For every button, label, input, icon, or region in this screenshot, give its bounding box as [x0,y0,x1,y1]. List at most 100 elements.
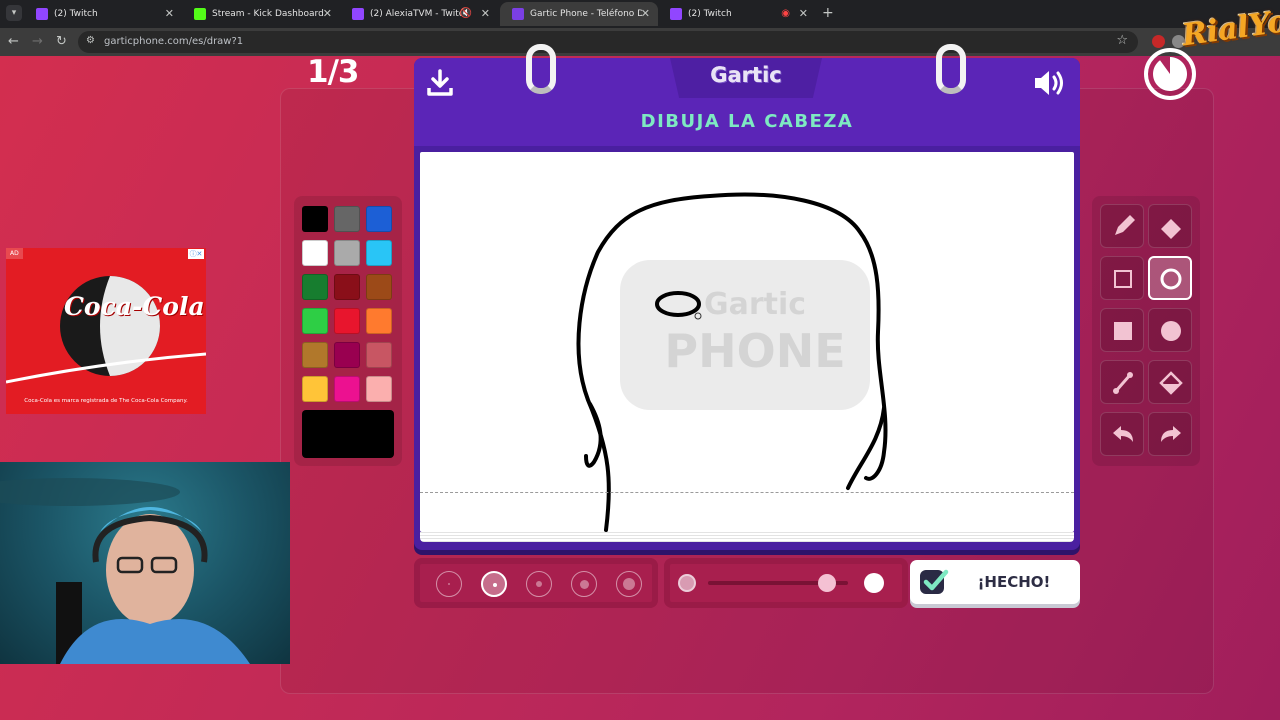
fill-bucket-tool[interactable] [1148,360,1192,404]
gartic-logo: Gartic [710,63,782,87]
forward-icon[interactable]: → [32,34,43,50]
coca-cola-ad[interactable]: AD ⓘ✕ Coca-Cola Coca-Cola es marca regis… [6,248,206,414]
tab-title: (2) Twitch [688,9,732,19]
browser-tab-3[interactable]: (2) AlexiaTVM - Twitch 🔇 ✕ [340,2,498,26]
color-swatch[interactable] [366,206,392,232]
brush-size-dot [536,581,542,587]
drawing-canvas[interactable]: Gartic PHONE [420,152,1074,532]
color-swatch[interactable] [302,274,328,300]
browser-tab-5[interactable]: (2) Twitch ◉ ✕ [658,2,816,26]
timer-icon [1144,48,1196,100]
undo-icon [1113,426,1133,442]
extension-icon[interactable] [1152,35,1165,48]
color-swatch[interactable] [302,376,328,402]
download-icon[interactable] [426,68,454,98]
tab-search-button[interactable]: ▾ [6,5,22,21]
color-swatch[interactable] [334,376,360,402]
color-swatch[interactable] [334,240,360,266]
circle-filled-icon [1161,321,1181,341]
watermark-text-1: Gartic [704,287,806,322]
new-tab-icon[interactable]: + [822,4,834,22]
brush-size-5[interactable] [616,571,642,597]
sound-on-icon[interactable] [1032,68,1068,98]
close-icon[interactable]: ✕ [165,2,174,26]
ellipse-outline-tool[interactable] [1148,256,1192,300]
tab-title: (2) AlexiaTVM - Twitch [370,9,470,19]
notebook-pages [420,532,1074,542]
tab-title: Stream - Kick Dashboard [212,9,324,19]
color-swatch[interactable] [366,376,392,402]
color-swatch[interactable] [334,342,360,368]
color-swatch[interactable] [302,206,328,232]
reload-icon[interactable]: ↻ [56,34,67,50]
circle-outline-icon [1160,268,1182,290]
twitch-icon [36,8,48,20]
kick-icon [194,8,206,20]
shoulder-right [846,406,886,490]
brush-size-dot [448,583,450,585]
tab-title: Gartic Phone - Teléfono Descon [530,9,642,19]
shoulder-left [584,402,603,468]
close-icon[interactable]: ✕ [323,2,332,26]
muted-icon[interactable]: 🔇 [460,2,472,26]
rectangle-fill-tool[interactable] [1100,308,1144,352]
browser-tab-1[interactable]: (2) Twitch ✕ [24,2,182,26]
brush-size-1[interactable] [436,571,462,597]
redo-icon [1161,426,1181,442]
line-tool[interactable] [1100,360,1144,404]
url-input[interactable]: ⚙ garticphone.com/es/draw?1 ☆ [78,31,1138,53]
color-swatch[interactable] [302,240,328,266]
webcam-overlay [0,462,290,664]
color-swatch[interactable] [334,206,360,232]
opacity-min-icon [678,574,696,592]
ellipse-fill-tool[interactable] [1148,308,1192,352]
back-icon[interactable]: ← [8,34,19,50]
opacity-slider-handle[interactable] [818,574,836,592]
twitch-icon [670,8,682,20]
color-swatch[interactable] [366,308,392,334]
color-palette [294,196,402,466]
site-info-icon[interactable]: ⚙ [86,35,95,46]
done-button[interactable]: ¡HECHO! [910,560,1080,604]
coca-cola-logo: Coca-Cola [64,292,205,321]
square-outline-icon [1114,270,1132,288]
undo-tool[interactable] [1100,412,1144,456]
checkmark-icon [920,569,949,594]
url-text: garticphone.com/es/draw?1 [104,36,244,47]
rectangle-outline-tool[interactable] [1100,256,1144,300]
color-swatch[interactable] [366,342,392,368]
coca-cola-ball-art [6,276,206,384]
pencil-tool[interactable] [1100,204,1144,248]
color-swatch[interactable] [334,308,360,334]
recording-icon: ◉ [781,8,790,19]
opacity-slider[interactable] [664,558,908,608]
redo-tool[interactable] [1148,412,1192,456]
browser-tab-4[interactable]: Gartic Phone - Teléfono Descon ✕ [500,2,658,26]
bookmark-star-icon[interactable]: ☆ [1116,33,1128,48]
tab-strip: ▾ (2) Twitch ✕ Stream - Kick Dashboard ✕… [0,0,1280,28]
close-icon[interactable]: ✕ [481,2,490,26]
brush-size-dot [623,578,635,590]
color-swatch[interactable] [302,342,328,368]
address-bar: ← → ↻ ⚙ garticphone.com/es/draw?1 ☆ [0,28,1280,56]
brush-size-dot [493,583,497,587]
close-icon[interactable]: ✕ [641,2,650,26]
brush-size-selector [414,558,658,608]
binder-ring-left [526,44,556,94]
eraser-tool[interactable] [1148,204,1192,248]
color-swatch[interactable] [366,240,392,266]
brush-size-2[interactable] [481,571,507,597]
pencil-icon [1115,215,1135,235]
browser-tab-2[interactable]: Stream - Kick Dashboard ✕ [182,2,340,26]
close-icon[interactable]: ✕ [799,2,808,26]
square-filled-icon [1114,322,1132,340]
brush-size-4[interactable] [571,571,597,597]
round-counter: 1/3 [307,54,359,90]
gartic-phone-icon [512,8,524,20]
current-color-swatch[interactable] [302,410,394,458]
brush-size-dot [579,579,589,589]
color-swatch[interactable] [366,274,392,300]
brush-size-3[interactable] [526,571,552,597]
color-swatch[interactable] [334,274,360,300]
color-swatch[interactable] [302,308,328,334]
